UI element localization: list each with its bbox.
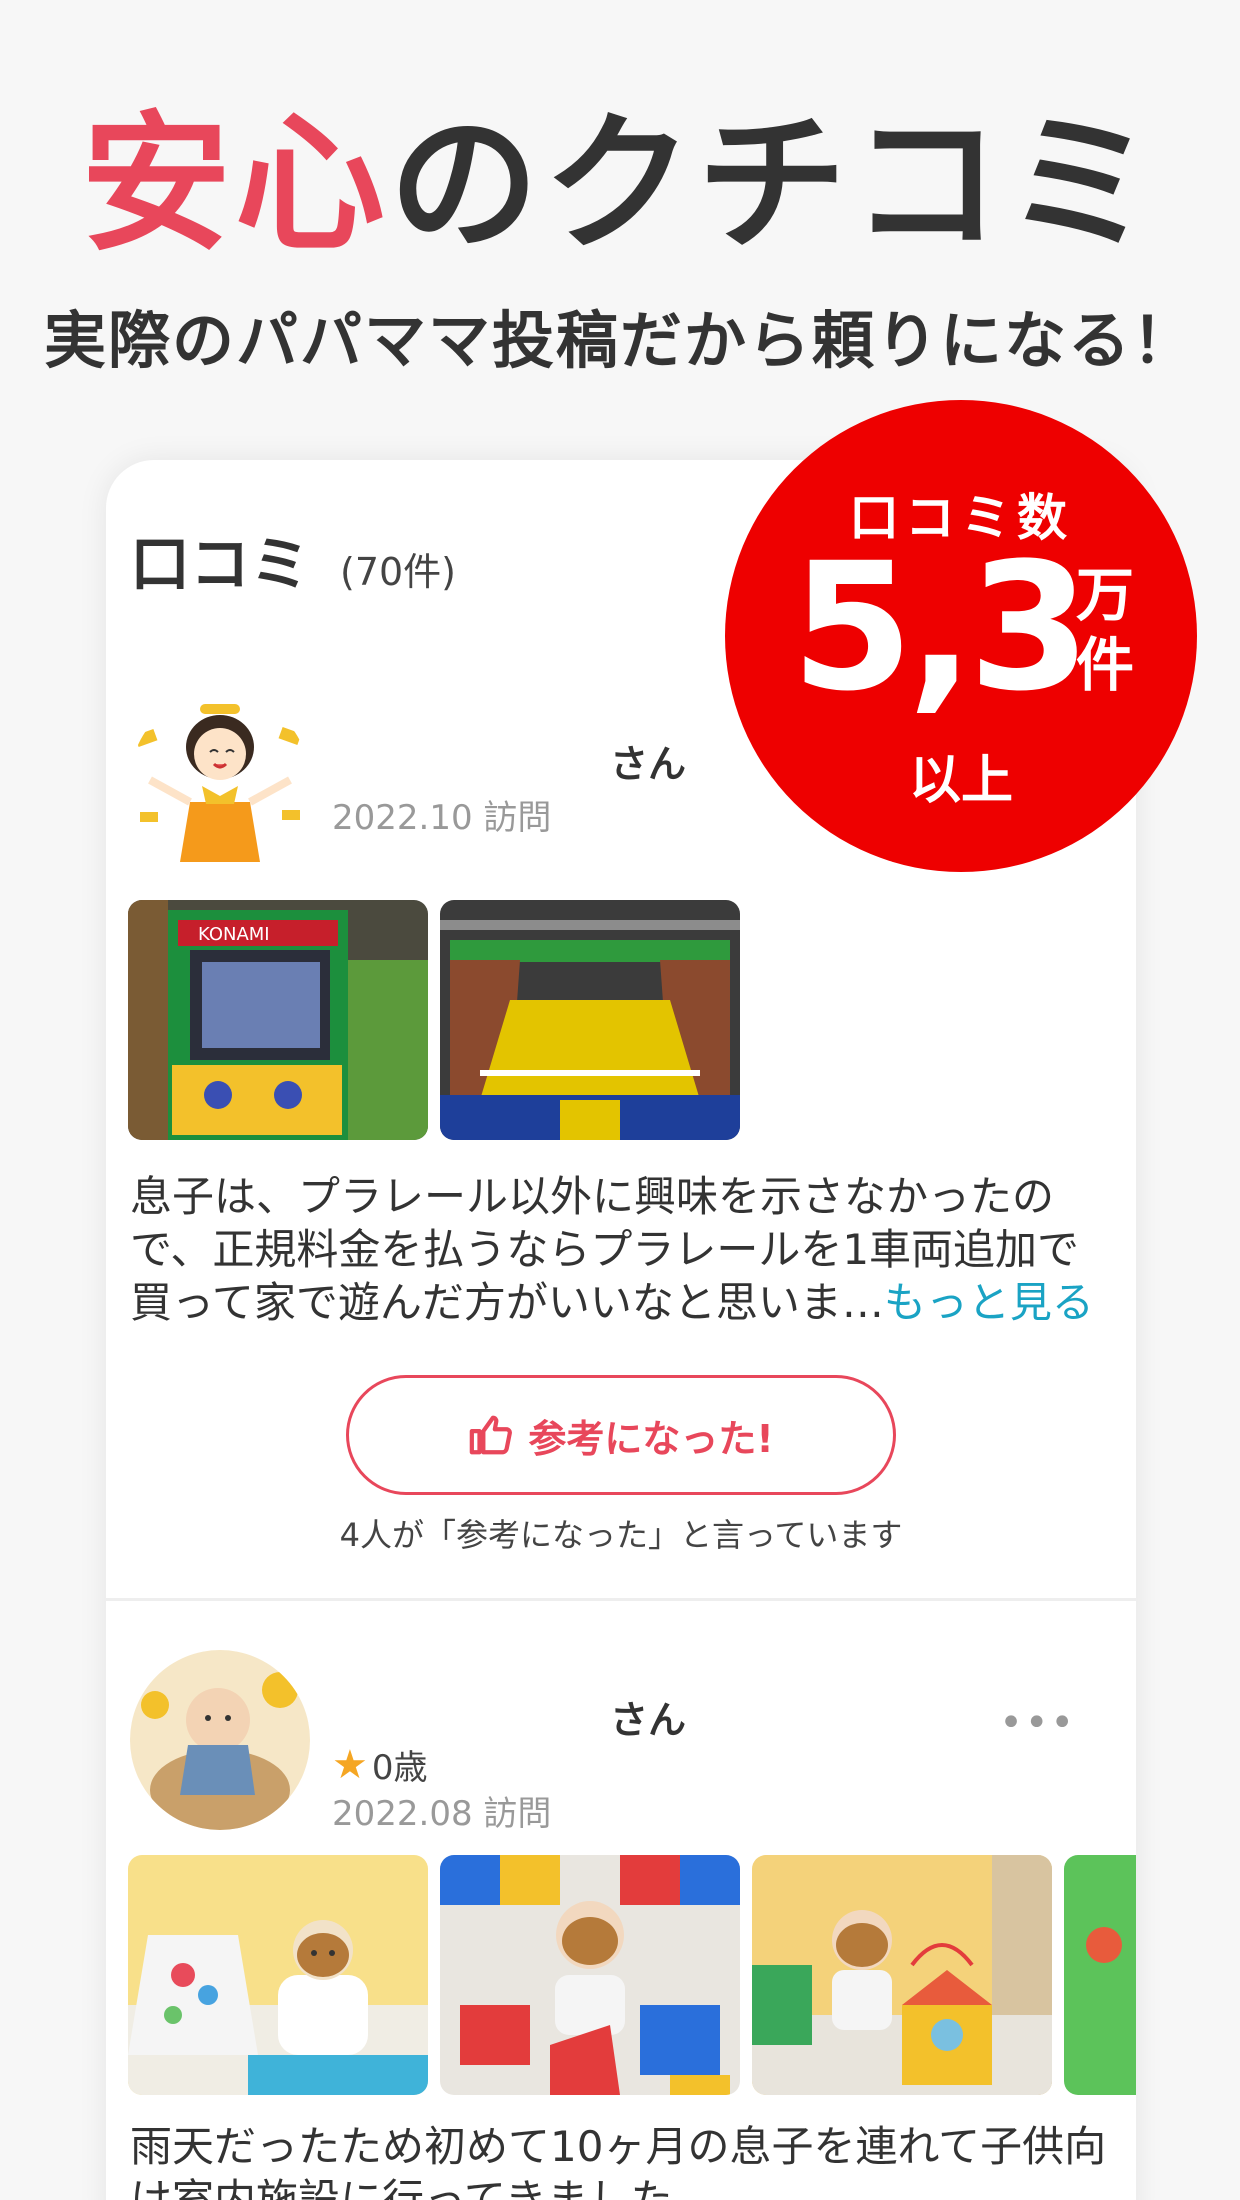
helpful-button-label: 参考になった! — [528, 1416, 774, 1461]
reviews-title: 口コミ — [130, 530, 310, 600]
review-text-line: で、正規料金を払うならプラレールを1車両追加で — [130, 1225, 1080, 1274]
headline: 安心のクチコミ — [0, 110, 1240, 260]
avatar[interactable] — [130, 692, 310, 872]
review-text-line: 買って家で遊んだ方がいいなと思いま…もっと見る — [130, 1276, 1120, 1329]
reviews-header: 口コミ (70件) — [130, 516, 456, 603]
badge-number: 5,3 — [791, 525, 1091, 730]
child-age: ★ 0歳 — [332, 1740, 428, 1789]
review-text: 雨天だったため初めて10ヶ月の息子を連れて子供向 け室内施設に行ってきました。 — [130, 2120, 1120, 2200]
review-photo-arcade[interactable]: KONAMI — [128, 900, 428, 1140]
review-text: 息子は、プラレール以外に興味を示さなかったの で、正規料金を払うならプラレールを… — [130, 1170, 1120, 1329]
avatar[interactable] — [130, 1650, 310, 1830]
helpful-count: 4人が「参考になった」と言っています — [339, 1516, 903, 1554]
visit-date: 2022.08 訪問 — [332, 1794, 552, 1834]
review-text-line: 雨天だったため初めて10ヶ月の息子を連れて子供向 — [130, 2122, 1107, 2171]
review-photo-bouncy-slide[interactable] — [440, 900, 740, 1140]
review-photo-partial[interactable] — [1064, 1855, 1136, 2095]
badge-unit-ken: 件 — [1075, 631, 1134, 699]
review-text-line: け室内施設に行ってきました。 — [130, 2175, 715, 2200]
review-photo-bead-maze[interactable] — [752, 1855, 1052, 2095]
badge-suffix: 以上 — [908, 751, 1013, 811]
child-age-label: 0歳 — [371, 1748, 428, 1788]
visit-date: 2022.10 訪問 — [332, 798, 552, 838]
helpful-button[interactable]: 参考になった! — [346, 1375, 896, 1495]
badge-unit-man: 万 — [1075, 561, 1134, 629]
star-icon: ★ — [332, 1741, 368, 1788]
review-photo-toy[interactable] — [128, 1855, 428, 2095]
reviews-count: (70件) — [340, 550, 457, 594]
reviewer-name-row: さん — [326, 1688, 686, 1744]
badge-unit: 万 件 — [1070, 560, 1140, 700]
divider — [106, 1598, 1136, 1601]
more-options-icon[interactable]: ••• — [999, 1700, 1076, 1746]
review-text-line: 息子は、プラレール以外に興味を示さなかったの — [130, 1172, 1055, 1221]
reviewer-name-suffix: さん — [610, 741, 687, 786]
review-photos — [128, 1855, 1136, 2095]
reviewer-name[interactable] — [326, 732, 606, 788]
review-photo-blocks[interactable] — [440, 1855, 740, 2095]
review-photos: KONAMI — [128, 900, 740, 1140]
thumbs-up-icon — [470, 1415, 513, 1455]
reviewer-name-suffix: さん — [610, 1697, 687, 1742]
subheadline: 実際のパパママ投稿だから頼りになる！ — [43, 304, 1196, 377]
headline-accent: 安心 — [80, 98, 389, 272]
read-more-link[interactable]: もっと見る — [884, 1278, 1094, 1327]
headline-rest: のクチコミ — [389, 98, 1160, 272]
review-text-truncated: 買って家で遊んだ方がいいなと思いま… — [130, 1278, 884, 1327]
reviewer-name-row: さん — [326, 732, 686, 788]
reviewer-name[interactable] — [326, 1688, 606, 1744]
review-count-badge: 口コミ数 5,3 万 件 以上 — [725, 400, 1197, 872]
svg-text:KONAMI: KONAMI — [198, 924, 270, 945]
